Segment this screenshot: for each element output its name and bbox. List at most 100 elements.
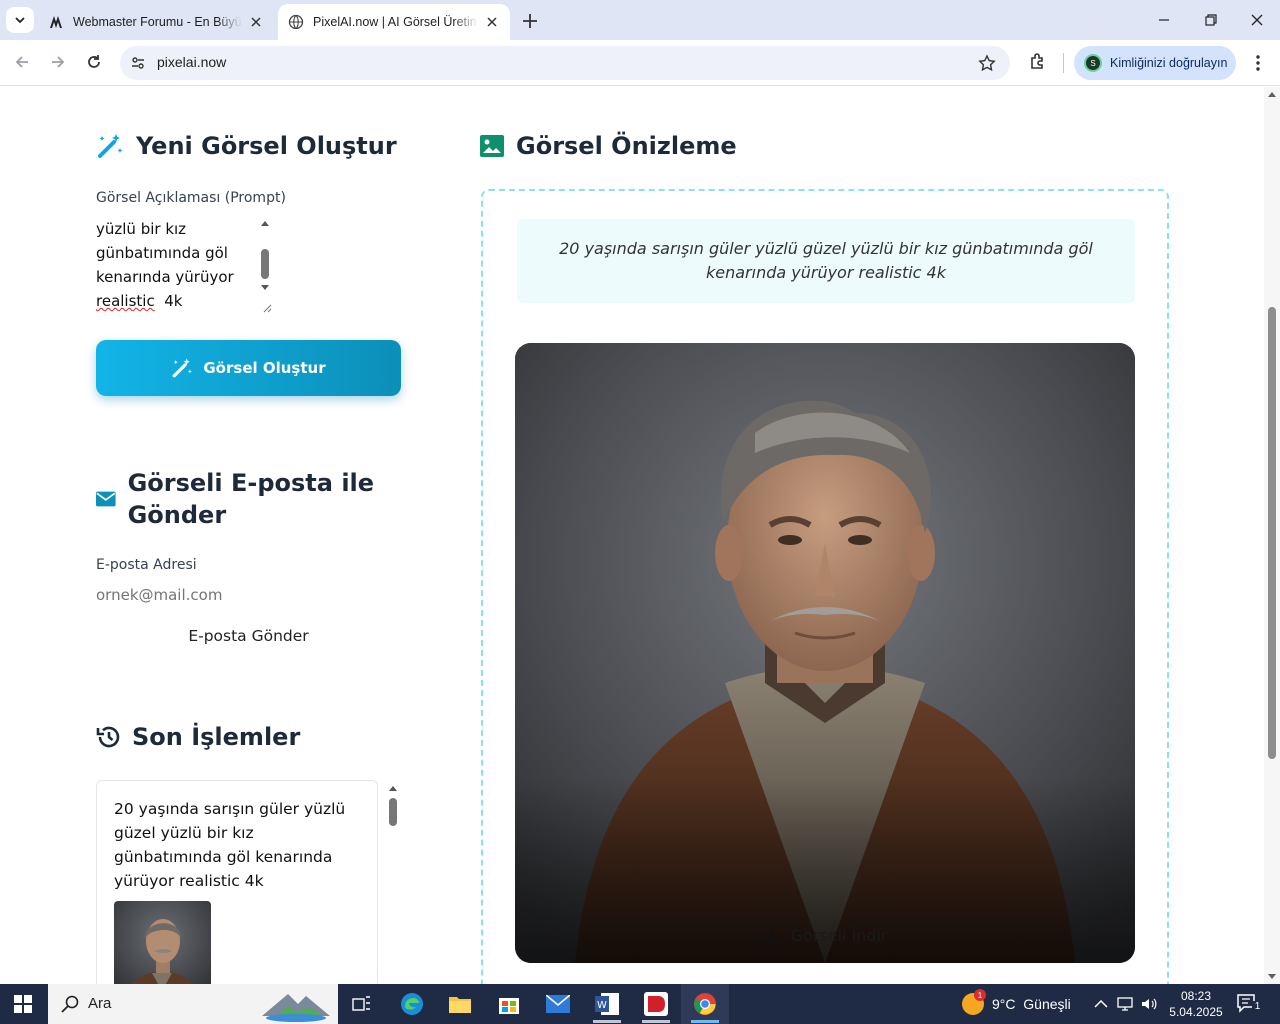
create-image-button[interactable]: Görsel Oluştur: [96, 340, 401, 396]
task-view-button[interactable]: [338, 984, 386, 1024]
scroll-down-arrow-icon[interactable]: [1268, 974, 1276, 979]
browser-toolbar: pixelai.now S Kimliğinizi doğrulayın: [0, 40, 1280, 86]
chrome-icon: [694, 993, 716, 1015]
tab-strip: Webmaster Forumu - En Büyük Webmaster Fo…: [0, 0, 1280, 40]
prompt-line: kenarında yürüyor: [96, 268, 234, 286]
weather-sun-icon: 1: [962, 989, 986, 1015]
scroll-thumb[interactable]: [389, 798, 397, 826]
recent-item-thumbnail[interactable]: [114, 901, 211, 984]
recent-heading-text: Son İşlemler: [132, 723, 301, 751]
scroll-up-arrow-icon[interactable]: [1268, 92, 1276, 97]
weather-text: 9°C Güneşli: [992, 996, 1071, 1012]
prompt-scrollbar[interactable]: [258, 215, 272, 313]
recent-heading: Son İşlemler: [96, 723, 300, 751]
generated-image[interactable]: Görseli İndir: [515, 343, 1135, 963]
misspelled-word: realistic: [96, 292, 155, 310]
extensions-puzzle-icon[interactable]: [1028, 52, 1048, 72]
list-item[interactable]: 20 yaşında sarışın güler yüzlü güzel yüz…: [96, 780, 378, 984]
taskbar-clock[interactable]: 08:23 5.04.2025: [1166, 988, 1226, 1020]
close-icon[interactable]: [484, 14, 500, 30]
globe-icon: [288, 14, 304, 30]
recent-item-text: 20 yaşında sarışın güler yüzlü güzel yüz…: [114, 800, 346, 890]
running-indicator: [593, 1020, 621, 1023]
network-icon[interactable]: [1116, 995, 1134, 1013]
preview-prompt-text: 20 yaşında sarışın güler yüzlü güzel yüz…: [517, 219, 1135, 303]
portrait-thumbnail-image: [114, 901, 211, 984]
scroll-up-arrow-icon[interactable]: [389, 786, 397, 791]
site-settings-icon[interactable]: [130, 55, 146, 71]
download-image-button[interactable]: Görseli İndir: [515, 926, 1135, 945]
close-icon[interactable]: [248, 14, 264, 30]
portrait-image: [515, 343, 1135, 963]
svg-text:W: W: [597, 1000, 607, 1011]
tab-pixelai[interactable]: PixelAI.now | AI Görsel Üretim Aracı: [278, 4, 510, 40]
taskbar-edge[interactable]: [388, 984, 436, 1024]
prompt-textarea[interactable]: yüzlü bir kız günbatımında göl kenarında…: [96, 215, 272, 313]
word-icon: W: [595, 993, 619, 1015]
taskbar-file-explorer[interactable]: [436, 984, 484, 1024]
bookmark-star-icon[interactable]: [978, 54, 996, 72]
volume-icon[interactable]: [1140, 995, 1158, 1013]
address-bar[interactable]: pixelai.now: [120, 46, 1010, 80]
search-highlight-art-icon: [262, 994, 330, 1022]
recent-scrollbar[interactable]: [386, 780, 400, 984]
scroll-thumb[interactable]: [1268, 307, 1276, 759]
preview-heading: Görsel Önizleme: [480, 132, 737, 160]
prompt-line-rest: 4k: [154, 292, 183, 310]
prompt-text: yüzlü bir kız günbatımında göl kenarında…: [96, 217, 254, 313]
taskbar-mail[interactable]: [534, 984, 582, 1024]
download-label: Görseli İndir: [790, 926, 888, 945]
taskbar-his-app[interactable]: [632, 984, 680, 1024]
email-label: E-posta Adresi: [96, 557, 197, 573]
magic-wand-icon: [172, 358, 193, 378]
scroll-up-arrow-icon[interactable]: [261, 221, 269, 226]
back-arrow-icon[interactable]: [13, 53, 31, 71]
taskbar-word[interactable]: W: [583, 984, 631, 1024]
windows-start-icon[interactable]: [14, 995, 32, 1013]
mail-icon: [546, 995, 570, 1013]
edge-icon: [401, 993, 423, 1015]
history-icon: [96, 726, 120, 748]
weather-badge: 1: [974, 989, 986, 1001]
notification-count: 1: [1252, 1001, 1263, 1013]
forward-arrow-icon[interactable]: [49, 53, 67, 71]
download-icon: [763, 928, 780, 944]
notification-center-button[interactable]: 1: [1236, 993, 1263, 1015]
preview-frame: 20 yaşında sarışın güler yüzlü güzel yüz…: [481, 189, 1169, 984]
tab-search-button[interactable]: [6, 7, 34, 33]
prompt-line: günbatımında göl: [96, 244, 228, 262]
window-close-icon[interactable]: [1249, 12, 1265, 28]
prompt-label: Görsel Açıklaması (Prompt): [96, 190, 286, 206]
chevron-up-icon[interactable]: [1092, 995, 1110, 1013]
tab-title: PixelAI.now | AI Görsel Üretim Aracı: [313, 15, 478, 29]
email-field[interactable]: [96, 583, 299, 607]
email-heading: Görseli E-posta ile Gönder: [96, 467, 416, 531]
clock-date: 5.04.2025: [1169, 1005, 1223, 1019]
minimize-icon[interactable]: [1156, 12, 1172, 28]
taskbar-search-box[interactable]: Ara: [48, 984, 338, 1024]
taskbar-chrome[interactable]: [681, 984, 729, 1024]
store-icon: [499, 998, 519, 1014]
folder-icon: [449, 997, 471, 1013]
resize-grip-icon[interactable]: [260, 301, 272, 313]
prompt-line: realistic 4k: [96, 289, 254, 313]
task-view-icon: [352, 996, 370, 1011]
send-email-button[interactable]: E-posta Gönder: [96, 627, 401, 653]
page-scrollbar[interactable]: [1264, 87, 1280, 984]
reload-icon[interactable]: [85, 53, 103, 71]
page-viewport: Yeni Görsel Oluştur Görsel Açıklaması (P…: [0, 87, 1280, 984]
his-app-icon: [644, 992, 668, 1016]
prompt-line: yüzlü bir kız: [96, 220, 187, 238]
email-heading-text: Görseli E-posta ile Gönder: [127, 469, 375, 529]
scroll-down-arrow-icon[interactable]: [261, 285, 269, 290]
taskbar-weather[interactable]: 1 9°C Güneşli: [962, 989, 1071, 1015]
scroll-thumb[interactable]: [261, 249, 269, 279]
tab-webmaster-forumu[interactable]: Webmaster Forumu - En Büyük Webmaster Fo…: [38, 4, 274, 40]
chevron-down-icon: [15, 17, 25, 24]
identity-verify-button[interactable]: S Kimliğinizi doğrulayın: [1074, 46, 1236, 80]
more-vert-icon[interactable]: [1250, 53, 1266, 73]
recent-list: 20 yaşında sarışın güler yüzlü güzel yüz…: [96, 780, 401, 984]
restore-icon[interactable]: [1203, 12, 1219, 28]
taskbar-store[interactable]: [485, 984, 533, 1024]
new-tab-plus-icon[interactable]: [520, 11, 540, 31]
